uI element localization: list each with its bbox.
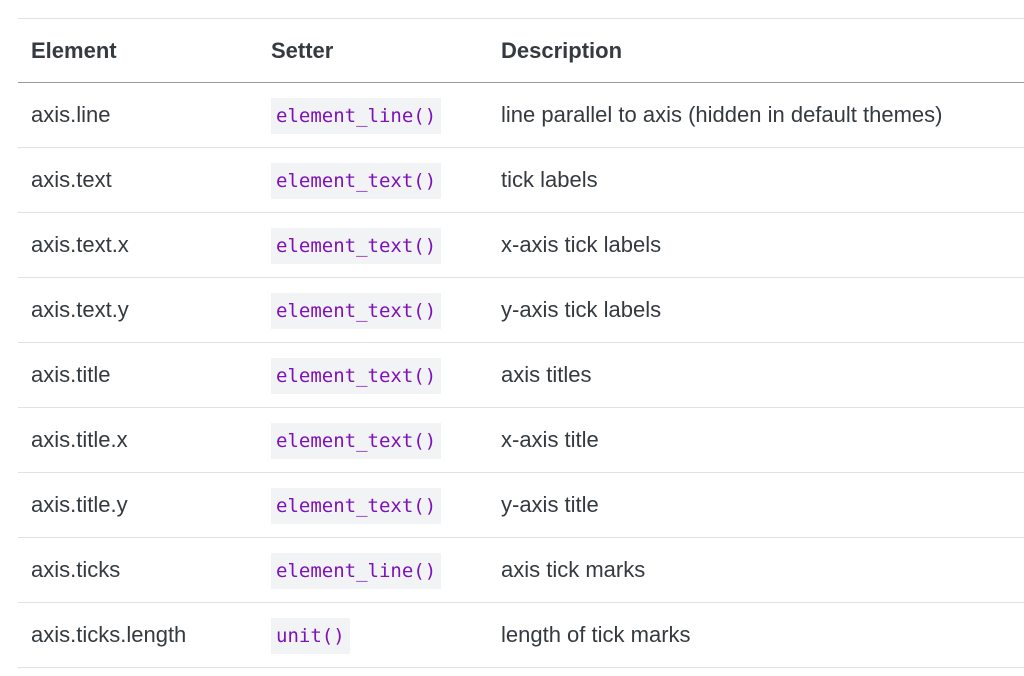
element-cell: axis.text bbox=[18, 147, 271, 213]
table-row: axis.line element_line() line parallel to … bbox=[18, 82, 1024, 148]
theme-elements-table: Element Setter Description axis.line elem… bbox=[18, 18, 1024, 668]
description-cell: axis tick marks bbox=[501, 537, 1024, 603]
setter-code: element_text() bbox=[271, 423, 442, 459]
setter-code: element_text() bbox=[271, 358, 442, 394]
setter-code: element_line() bbox=[271, 553, 442, 589]
setter-code: element_text() bbox=[271, 228, 442, 264]
description-cell: x-axis title bbox=[501, 407, 1024, 473]
setter-code: element_text() bbox=[271, 163, 442, 199]
table-row: axis.title element_text() axis titles bbox=[18, 342, 1024, 408]
setter-code: element_text() bbox=[271, 293, 442, 329]
table-row: axis.ticks.length unit() length of tick ma… bbox=[18, 602, 1024, 668]
description-cell: length of tick marks bbox=[501, 602, 1024, 668]
element-cell: axis.ticks bbox=[18, 537, 271, 603]
element-cell: axis.title.x bbox=[18, 407, 271, 473]
element-cell: axis.title.y bbox=[18, 472, 271, 538]
description-cell: x-axis tick labels bbox=[501, 212, 1024, 278]
header-description: Description bbox=[501, 18, 1024, 83]
setter-code: element_text() bbox=[271, 488, 442, 524]
table-row: axis.text element_text() tick labels bbox=[18, 147, 1024, 213]
setter-cell: element_text() bbox=[271, 342, 501, 408]
setter-cell: unit() bbox=[271, 602, 501, 668]
description-cell: axis titles bbox=[501, 342, 1024, 408]
description-cell: y-axis tick labels bbox=[501, 277, 1024, 343]
setter-cell: element_text() bbox=[271, 277, 501, 343]
element-cell: axis.line bbox=[18, 82, 271, 148]
setter-code: element_line() bbox=[271, 98, 442, 134]
setter-cell: element_text() bbox=[271, 472, 501, 538]
description-cell: y-axis title bbox=[501, 472, 1024, 538]
setter-cell: element_line() bbox=[271, 537, 501, 603]
setter-cell: element_line() bbox=[271, 82, 501, 148]
header-setter: Setter bbox=[271, 18, 501, 83]
table-row: axis.ticks element_line() axis tick marks bbox=[18, 537, 1024, 603]
element-cell: axis.title bbox=[18, 342, 271, 408]
table-row: axis.title.y element_text() y-axis title bbox=[18, 472, 1024, 538]
table-row: axis.title.x element_text() x-axis title bbox=[18, 407, 1024, 473]
setter-cell: element_text() bbox=[271, 147, 501, 213]
table-row: axis.text.x element_text() x-axis tick lab… bbox=[18, 212, 1024, 278]
description-cell: tick labels bbox=[501, 147, 1024, 213]
table-row: axis.text.y element_text() y-axis tick lab… bbox=[18, 277, 1024, 343]
setter-code: unit() bbox=[271, 618, 350, 654]
table-header-row: Element Setter Description bbox=[18, 18, 1024, 83]
element-cell: axis.ticks.length bbox=[18, 602, 271, 668]
setter-cell: element_text() bbox=[271, 212, 501, 278]
element-cell: axis.text.y bbox=[18, 277, 271, 343]
description-cell: line parallel to axis (hidden in default… bbox=[501, 82, 1024, 148]
element-cell: axis.text.x bbox=[18, 212, 271, 278]
header-element: Element bbox=[18, 18, 271, 83]
setter-cell: element_text() bbox=[271, 407, 501, 473]
